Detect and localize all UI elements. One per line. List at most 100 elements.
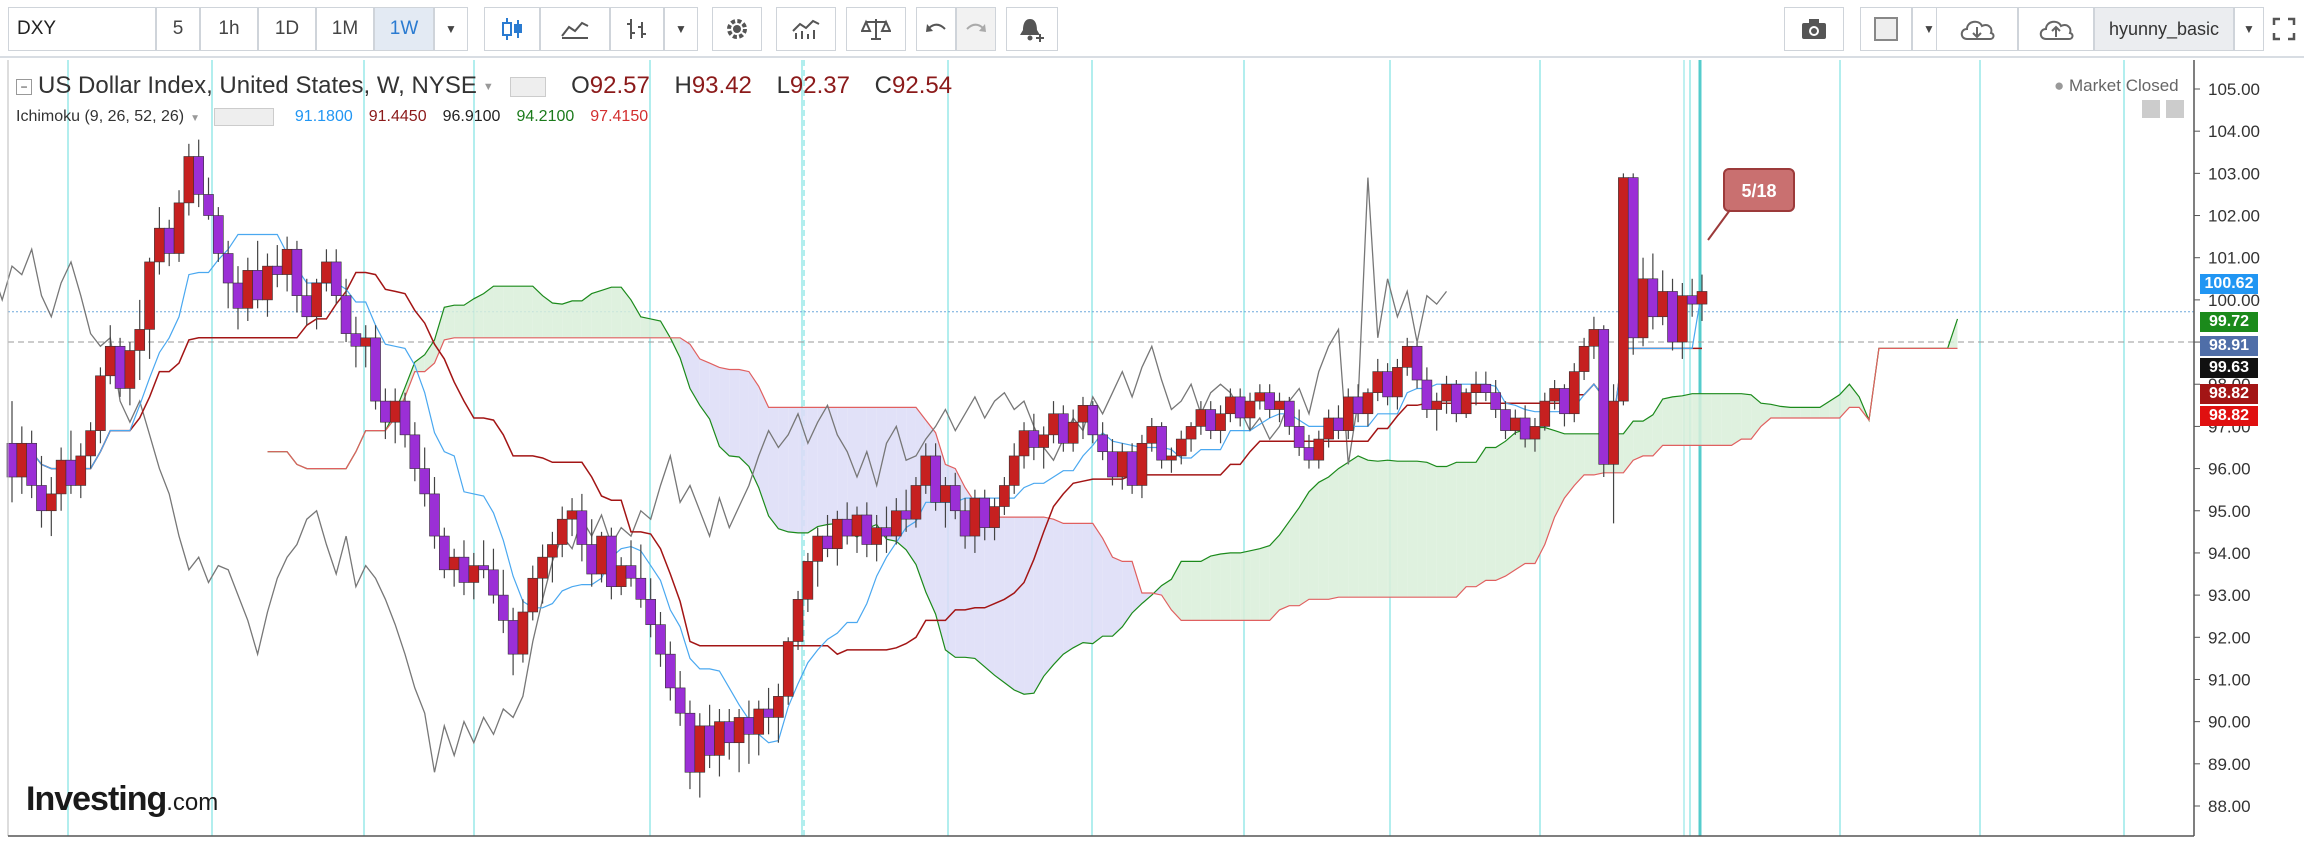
candle	[340, 278, 352, 343]
interval-1m-button[interactable]: 1M	[316, 7, 374, 51]
candle-body	[104, 345, 116, 377]
candle	[1244, 392, 1256, 431]
candle-body	[743, 717, 755, 735]
candle-body	[930, 455, 941, 503]
settings-button[interactable]	[712, 7, 762, 51]
candle-body	[488, 569, 499, 596]
candle	[1608, 384, 1619, 524]
candle-body	[812, 535, 823, 562]
candle	[281, 236, 293, 292]
redo-button[interactable]	[956, 7, 996, 51]
candle-body	[1667, 291, 1678, 343]
candle-body	[291, 248, 303, 296]
candle-body	[1460, 392, 1472, 415]
candle-body	[1254, 392, 1266, 402]
interval-1h-button[interactable]: 1h	[200, 7, 258, 51]
candle-body	[144, 261, 155, 330]
undo-button[interactable]	[916, 7, 956, 51]
candle-body	[507, 620, 519, 655]
candle-body	[1205, 409, 1217, 431]
indicator-settings-icon[interactable]	[214, 108, 275, 126]
candle	[773, 683, 784, 743]
cloud-segment	[1308, 482, 1319, 600]
chart-legend: − US Dollar Index, United States, W, NYSE…	[16, 72, 952, 100]
user-dropdown-button[interactable]: ▼	[2234, 7, 2264, 51]
candle-body	[1018, 430, 1030, 457]
candle-body	[871, 527, 882, 545]
compare-button[interactable]	[846, 7, 906, 51]
bars-style-button[interactable]	[610, 7, 664, 51]
candle	[291, 240, 303, 313]
close-value: 92.54	[892, 72, 953, 99]
chevron-down-icon[interactable]: ▼	[483, 81, 494, 93]
candle	[163, 219, 175, 267]
chevron-down-icon[interactable]: ▼	[190, 113, 200, 124]
indicators-button[interactable]	[776, 7, 836, 51]
candle-body	[763, 708, 774, 718]
candle	[1067, 409, 1079, 452]
candle-body	[222, 253, 234, 284]
price-chart[interactable]: 105.00104.00103.00102.00101.00100.0099.0…	[0, 60, 2304, 843]
cloud-segment	[827, 407, 838, 525]
save-chart-button[interactable]	[2018, 7, 2094, 51]
candle	[75, 443, 87, 499]
candle-body	[940, 485, 951, 503]
indicator-value-1: 91.1800	[294, 108, 353, 126]
area-style-button[interactable]	[540, 7, 610, 51]
alert-button[interactable]	[1006, 7, 1058, 51]
cloud-segment	[1161, 579, 1172, 610]
chart-background-button[interactable]	[1860, 7, 1912, 51]
candle	[154, 207, 165, 275]
candle-body	[1156, 426, 1167, 461]
interval-1w-button[interactable]: 1W	[374, 7, 434, 51]
candle-body	[1058, 413, 1069, 444]
candle-body	[193, 156, 204, 195]
cloud-segment	[1554, 430, 1565, 518]
candle-body	[959, 510, 971, 537]
scale-toggle-icon[interactable]	[2142, 100, 2160, 118]
candle-body	[782, 641, 794, 697]
candle	[714, 708, 725, 777]
cloud-segment	[493, 286, 504, 338]
candle	[360, 325, 372, 368]
open-value: 92.57	[589, 72, 650, 99]
candle-body	[497, 594, 509, 621]
load-chart-button[interactable]	[1936, 7, 2018, 51]
candle	[1401, 337, 1413, 376]
chart-style-dropdown-button[interactable]: ▼	[664, 7, 698, 51]
candle-body	[1215, 413, 1226, 431]
candle-body	[733, 717, 745, 744]
candle	[448, 548, 460, 587]
candle	[1008, 443, 1020, 494]
cloud-segment	[1220, 552, 1231, 621]
cloud-segment	[640, 316, 651, 338]
candle-body	[301, 295, 313, 318]
user-account-button[interactable]: hyunny_basic	[2094, 7, 2234, 51]
candle	[232, 266, 244, 330]
candle-body	[1028, 430, 1040, 448]
fullscreen-button[interactable]	[2264, 7, 2304, 51]
candles-style-button[interactable]	[484, 7, 540, 51]
collapse-icon[interactable]: −	[16, 78, 32, 95]
cloud-segment	[503, 286, 514, 338]
candle-body	[321, 261, 332, 284]
cloud-segment	[837, 407, 848, 531]
snapshot-button[interactable]	[1784, 7, 1844, 51]
candle	[252, 240, 263, 309]
candle-body	[1696, 291, 1708, 305]
cloud-segment	[817, 407, 828, 527]
symbol-input[interactable]: DXY	[8, 7, 156, 51]
candle	[1077, 396, 1089, 440]
interval-dropdown-button[interactable]: ▼	[434, 7, 468, 51]
legend-settings-icon[interactable]	[510, 76, 547, 97]
candle	[665, 641, 676, 701]
interval-1d-button[interactable]: 1D	[258, 7, 316, 51]
candle	[566, 498, 578, 537]
scale-toggle-icon-2[interactable]	[2166, 100, 2184, 118]
status-dot-icon: ●	[2054, 76, 2065, 95]
candle-body	[360, 337, 372, 347]
cloud-segment	[1810, 407, 1820, 418]
y-tick-label: 96.00	[2208, 460, 2251, 479]
interval-5-button[interactable]: 5	[156, 7, 200, 51]
candle-body	[55, 459, 67, 495]
